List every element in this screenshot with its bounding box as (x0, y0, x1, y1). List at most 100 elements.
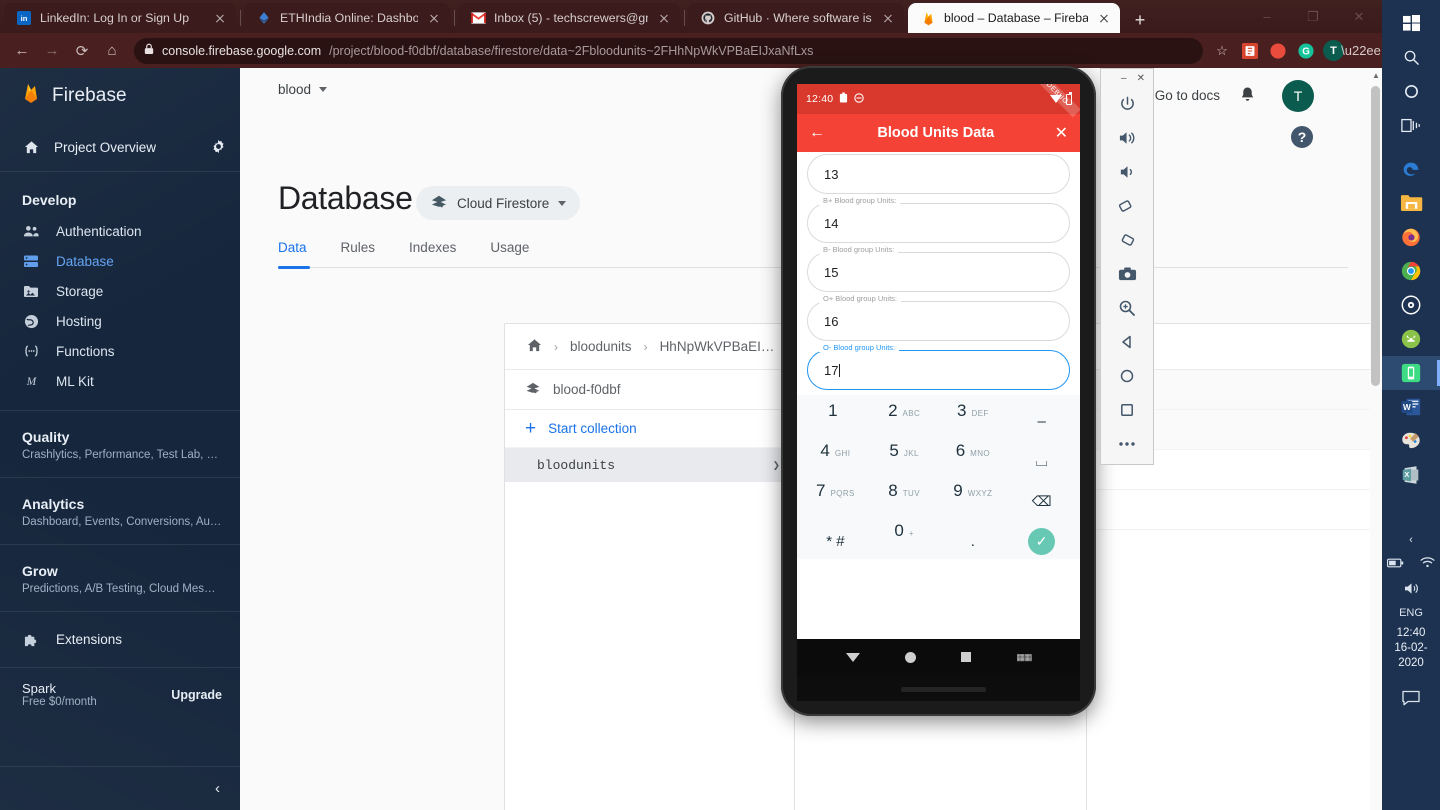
tab-rules[interactable]: Rules (341, 240, 376, 255)
volume-down-icon[interactable] (1100, 155, 1154, 189)
scrollbar-thumb[interactable] (1371, 86, 1380, 386)
forward-button[interactable]: → (38, 37, 66, 65)
action-center-icon[interactable] (1382, 681, 1440, 715)
taskbar-app-word[interactable]: W (1382, 390, 1440, 424)
task-view-icon[interactable] (1382, 108, 1440, 142)
volume-up-icon[interactable] (1100, 121, 1154, 155)
key-period[interactable]: . (939, 521, 1008, 561)
cortana-icon[interactable] (1382, 74, 1440, 108)
key-4[interactable]: 4 GHI (801, 441, 870, 481)
taskbar-app-android-studio[interactable] (1382, 322, 1440, 356)
rotate-right-icon[interactable] (1100, 223, 1154, 257)
form-field-oplus-units[interactable]: O+ Blood group Units: 16 (807, 294, 1070, 341)
taskbar-app-excel[interactable]: X (1382, 458, 1440, 492)
project-switcher[interactable]: blood (278, 82, 328, 97)
key-0[interactable]: 0 + (870, 521, 939, 561)
extension-adblock-icon[interactable] (1239, 40, 1261, 62)
key-dash[interactable]: – (1007, 401, 1076, 441)
tab-indexes[interactable]: Indexes (409, 240, 456, 255)
sidebar-item-authentication[interactable]: Authentication (0, 216, 240, 246)
back-button[interactable]: ← (8, 37, 36, 65)
tray-expand-button[interactable]: ‹ (1382, 528, 1440, 552)
scroll-up-arrow-icon[interactable]: ▲ (1370, 68, 1382, 82)
form-field-bminus-units[interactable]: B- Blood group Units: 15 (807, 245, 1070, 292)
collection-row-bloodunits[interactable]: bloodunits ❯ (505, 448, 794, 482)
form-field-bplus-units[interactable]: B+ Blood group Units: 14 (807, 196, 1070, 243)
key-5[interactable]: 5 JKL (870, 441, 939, 481)
overview-icon[interactable] (1100, 393, 1154, 427)
app-close-icon[interactable]: ✕ (1055, 123, 1068, 143)
go-to-docs-link[interactable]: Go to docs (1155, 88, 1220, 103)
form-field-ominus-units[interactable]: O- Blood group Units: 17 (807, 343, 1070, 390)
emulator-minimize-button[interactable]: – (1121, 73, 1127, 84)
start-collection-button[interactable]: + Start collection (505, 410, 794, 448)
key-3[interactable]: 3 DEF (939, 401, 1008, 441)
sidebar-item-ml-kit[interactable]: M ML Kit (0, 366, 240, 396)
tab-close-icon[interactable] (426, 10, 442, 26)
address-bar[interactable]: console.firebase.google.com/project/bloo… (134, 37, 1203, 64)
sidebar-item-database[interactable]: Database (0, 246, 240, 276)
volume-tray-icon[interactable] (1382, 576, 1440, 600)
browser-tab-linkedin[interactable]: in LinkedIn: Log In or Sign Up (4, 3, 236, 33)
project-settings-gear-icon[interactable] (211, 139, 226, 157)
sidebar-item-hosting[interactable]: Hosting (0, 306, 240, 336)
taskbar-app-visual-studio[interactable] (1382, 288, 1440, 322)
tab-close-icon[interactable] (880, 10, 896, 26)
sidebar-item-storage[interactable]: Storage (0, 276, 240, 306)
window-minimize-button[interactable]: – (1244, 0, 1290, 33)
search-icon[interactable] (1382, 40, 1440, 74)
input-box[interactable]: 13 (807, 154, 1070, 194)
key-8[interactable]: 8 TUV (870, 481, 939, 521)
browser-tab-firebase[interactable]: blood – Database – Firebase con (908, 3, 1120, 33)
sidebar-group-analytics[interactable]: Analytics Dashboard, Events, Conversions… (0, 477, 240, 544)
key-space[interactable]: ⌴ (1007, 441, 1076, 481)
new-tab-button[interactable]: + (1128, 8, 1152, 32)
back-triangle-icon[interactable] (845, 652, 860, 662)
browser-tab-gmail[interactable]: Inbox (5) - techscrewers@gmail.c (458, 3, 680, 33)
taskbar-app-chrome[interactable] (1382, 254, 1440, 288)
taskbar-clock-time[interactable]: 12:40 (1382, 626, 1440, 641)
sidebar-group-grow[interactable]: Grow Predictions, A/B Testing, Cloud Mes… (0, 544, 240, 611)
key-1[interactable]: 1 (801, 401, 870, 441)
taskbar-clock-date[interactable]: 16-02-2020 (1382, 641, 1440, 671)
breadcrumb-item-collection[interactable]: bloodunits (570, 339, 632, 354)
user-avatar[interactable]: T (1282, 80, 1314, 112)
home-icon[interactable] (1100, 359, 1154, 393)
rotate-left-icon[interactable] (1100, 189, 1154, 223)
taskbar-app-paint[interactable] (1382, 424, 1440, 458)
key-symbols[interactable]: * # (801, 521, 870, 561)
key-2[interactable]: 2 ABC (870, 401, 939, 441)
taskbar-app-firefox[interactable] (1382, 220, 1440, 254)
browser-tab-ethindia[interactable]: ETHIndia Online: Dashboard | De (244, 3, 450, 33)
tab-close-icon[interactable] (656, 10, 672, 26)
window-close-button[interactable]: ✕ (1336, 0, 1382, 33)
tab-data[interactable]: Data (278, 240, 307, 255)
home-button[interactable]: ⌂ (98, 37, 126, 65)
taskbar-app-file-explorer[interactable] (1382, 186, 1440, 220)
zoom-icon[interactable] (1100, 291, 1154, 325)
key-9[interactable]: 9 WXYZ (939, 481, 1008, 521)
browser-tab-github[interactable]: GitHub · Where software is built (688, 3, 904, 33)
sidebar-item-project-overview[interactable]: Project Overview (0, 124, 240, 172)
firebase-logo[interactable]: Firebase (0, 68, 240, 124)
battery-icon[interactable] (1387, 558, 1404, 571)
taskbar-app-edge[interactable] (1382, 152, 1440, 186)
windows-start-icon[interactable] (1382, 6, 1440, 40)
database-type-selector[interactable]: Cloud Firestore (416, 186, 581, 220)
home-circle-icon[interactable] (904, 651, 916, 663)
home-icon[interactable] (527, 338, 542, 356)
extension-grammarly-icon[interactable]: G (1295, 40, 1317, 62)
screenshot-icon[interactable] (1100, 257, 1154, 291)
recents-square-icon[interactable] (961, 652, 972, 662)
key-enter[interactable]: ✓ (1007, 521, 1076, 561)
chrome-menu-icon[interactable]: \u22ee (1341, 40, 1381, 62)
bookmark-star-icon[interactable]: ☆ (1211, 40, 1233, 62)
notifications-bell-icon[interactable] (1239, 86, 1256, 109)
help-icon[interactable]: ? (1291, 126, 1313, 148)
page-scrollbar[interactable]: ▲ (1370, 68, 1382, 810)
key-6[interactable]: 6 MNO (939, 441, 1008, 481)
form-field-ab-units[interactable]: 13 (807, 154, 1070, 194)
wifi-icon[interactable] (1420, 557, 1435, 571)
sidebar-group-quality[interactable]: Quality Crashlytics, Performance, Test L… (0, 410, 240, 477)
plan-row[interactable]: Spark Free $0/month Upgrade (0, 667, 240, 721)
